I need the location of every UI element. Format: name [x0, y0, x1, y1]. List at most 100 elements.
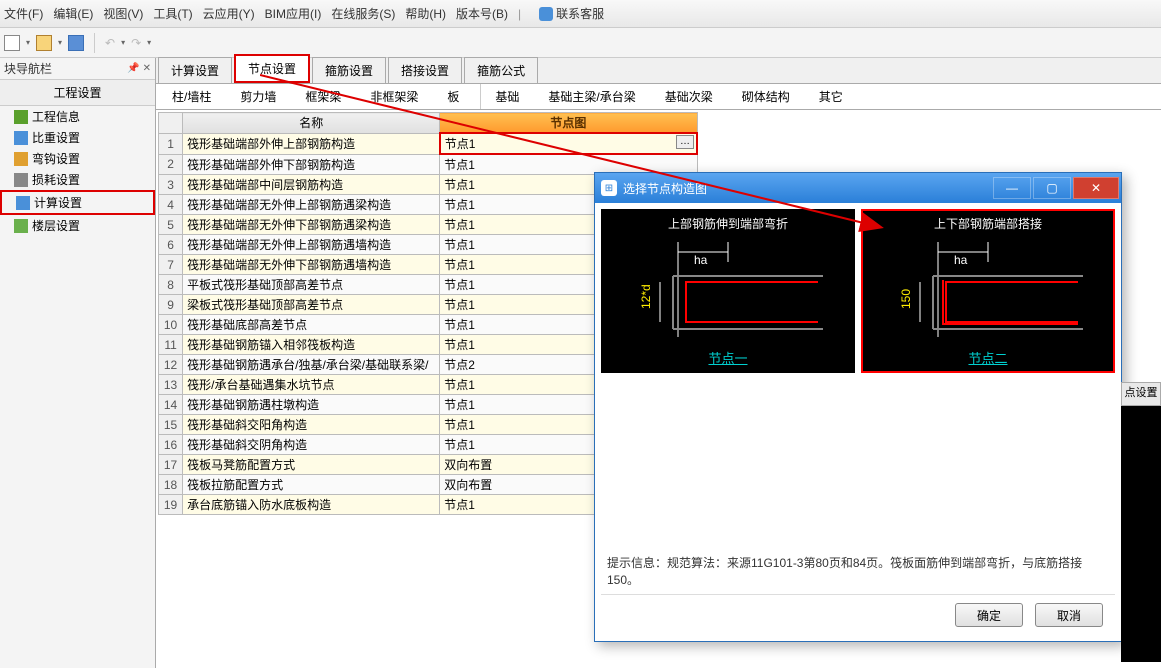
- nav-item-0[interactable]: 工程信息: [0, 106, 155, 127]
- menu-edit[interactable]: 编辑(E): [53, 5, 93, 22]
- row-name[interactable]: 平板式筏形基础顶部高差节点: [183, 275, 440, 295]
- secondary-tab-6[interactable]: 基础主梁/承台梁: [534, 84, 650, 109]
- nav-item-2[interactable]: 弯钩设置: [0, 148, 155, 169]
- primary-tab-4[interactable]: 箍筋公式: [464, 57, 538, 83]
- row-name[interactable]: 筏形基础端部无外伸上部钢筋遇墙构造: [183, 235, 440, 255]
- primary-tab-1[interactable]: 节点设置: [234, 54, 310, 83]
- close-button[interactable]: ✕: [1073, 177, 1119, 199]
- menu-tools[interactable]: 工具(T): [153, 5, 192, 22]
- primary-tab-3[interactable]: 搭接设置: [388, 57, 462, 83]
- row-name[interactable]: 筏形基础底部高差节点: [183, 315, 440, 335]
- row-number: 2: [159, 154, 183, 175]
- row-name[interactable]: 筏板马凳筋配置方式: [183, 455, 440, 475]
- undo-dropdown[interactable]: ▾: [121, 38, 125, 47]
- undo-icon[interactable]: ↶: [105, 36, 115, 50]
- primary-tabs: 计算设置节点设置箍筋设置搭接设置箍筋公式: [156, 58, 1161, 84]
- row-name[interactable]: 筏形基础钢筋遇承台/独基/承台梁/基础联系梁/: [183, 355, 440, 375]
- menu-help[interactable]: 帮助(H): [405, 5, 446, 22]
- table-row[interactable]: 1筏形基础端部外伸上部钢筋构造节点1…: [159, 133, 698, 154]
- cancel-button[interactable]: 取消: [1035, 603, 1103, 627]
- row-name[interactable]: 筏形基础端部无外伸上部钢筋遇梁构造: [183, 195, 440, 215]
- redo-dropdown[interactable]: ▾: [147, 38, 151, 47]
- secondary-tab-5[interactable]: 基础: [480, 84, 534, 109]
- secondary-tab-4[interactable]: 板: [433, 84, 474, 109]
- row-name[interactable]: 筏形基础端部无外伸下部钢筋遇梁构造: [183, 215, 440, 235]
- primary-tab-0[interactable]: 计算设置: [158, 57, 232, 83]
- row-name[interactable]: 筏形基础钢筋遇柱墩构造: [183, 395, 440, 415]
- nav-icon: [14, 110, 28, 124]
- menu-view[interactable]: 视图(V): [103, 5, 143, 22]
- open-dropdown[interactable]: ▾: [58, 38, 62, 47]
- dialog-icon: ⊞: [601, 180, 617, 196]
- row-number: 19: [159, 495, 183, 515]
- menu-bim[interactable]: BIM应用(I): [265, 5, 322, 22]
- row-name[interactable]: 筏形基础端部中间层钢筋构造: [183, 175, 440, 195]
- row-name[interactable]: 筏形基础钢筋锚入相邻筏板构造: [183, 335, 440, 355]
- menu-version[interactable]: 版本号(B): [456, 5, 508, 22]
- row-name[interactable]: 筏形基础斜交阳角构造: [183, 415, 440, 435]
- row-name[interactable]: 筏形基础端部外伸上部钢筋构造: [183, 133, 440, 154]
- row-number: 6: [159, 235, 183, 255]
- secondary-tab-7[interactable]: 基础次梁: [651, 84, 728, 109]
- row-number: 12: [159, 355, 183, 375]
- nav-icon: [14, 219, 28, 233]
- row-name[interactable]: 筏形基础斜交阴角构造: [183, 435, 440, 455]
- nav-header-title: 块导航栏: [4, 60, 52, 77]
- row-number: 5: [159, 215, 183, 235]
- new-icon[interactable]: [4, 35, 20, 51]
- nav-item-3[interactable]: 损耗设置: [0, 169, 155, 190]
- secondary-tab-1[interactable]: 剪力墙: [226, 84, 291, 109]
- row-name[interactable]: 梁板式筏形基础顶部高差节点: [183, 295, 440, 315]
- open-icon[interactable]: [36, 35, 52, 51]
- row-number: 16: [159, 435, 183, 455]
- row-name[interactable]: 筏板拉筋配置方式: [183, 475, 440, 495]
- ellipsis-button[interactable]: …: [676, 135, 694, 149]
- nav-item-label: 计算设置: [34, 194, 82, 211]
- menu-online[interactable]: 在线服务(S): [331, 5, 395, 22]
- dialog-title: 选择节点构造图: [623, 180, 993, 197]
- row-number: 10: [159, 315, 183, 335]
- secondary-tab-3[interactable]: 非框架梁: [356, 84, 433, 109]
- dialog-titlebar[interactable]: ⊞ 选择节点构造图 — ▢ ✕: [595, 173, 1121, 203]
- row-name[interactable]: 筏形基础端部无外伸下部钢筋遇墙构造: [183, 255, 440, 275]
- nav-panel: 块导航栏 📌 ✕ 工程设置 工程信息比重设置弯钩设置损耗设置计算设置楼层设置: [0, 58, 156, 668]
- svg-text:ha: ha: [954, 253, 968, 267]
- row-name[interactable]: 承台底筋锚入防水底板构造: [183, 495, 440, 515]
- redo-icon[interactable]: ↷: [131, 36, 141, 50]
- nav-item-4[interactable]: 计算设置: [0, 190, 155, 215]
- primary-tab-2[interactable]: 箍筋设置: [312, 57, 386, 83]
- row-number: 9: [159, 295, 183, 315]
- nav-item-label: 损耗设置: [32, 171, 80, 188]
- nav-item-1[interactable]: 比重设置: [0, 127, 155, 148]
- nav-item-5[interactable]: 楼层设置: [0, 215, 155, 236]
- col-diagram[interactable]: 节点图: [440, 113, 697, 134]
- secondary-tab-2[interactable]: 框架梁: [291, 84, 356, 109]
- secondary-tab-0[interactable]: 柱/墙柱: [158, 84, 226, 109]
- diagram-canvas: ha12*d: [607, 234, 849, 344]
- toolbar: ▾ ▾ ↶ ▾ ↷ ▾: [0, 28, 1161, 58]
- menu-cloud[interactable]: 云应用(Y): [203, 5, 255, 22]
- ok-button[interactable]: 确定: [955, 603, 1023, 627]
- diagram-option-0[interactable]: 上部钢筋伸到端部弯折ha12*d节点一: [601, 209, 855, 373]
- col-name[interactable]: 名称: [183, 113, 440, 134]
- row-value[interactable]: 节点1…: [440, 133, 697, 154]
- contact-support[interactable]: 联系客服: [539, 5, 604, 22]
- pin-icon[interactable]: 📌 ✕: [127, 63, 151, 74]
- save-icon[interactable]: [68, 35, 84, 51]
- row-number: 17: [159, 455, 183, 475]
- row-name[interactable]: 筏形/承台基础遇集水坑节点: [183, 375, 440, 395]
- contact-icon: [539, 7, 553, 21]
- menu-file[interactable]: 文件(F): [4, 5, 43, 22]
- nav-list: 工程信息比重设置弯钩设置损耗设置计算设置楼层设置: [0, 106, 155, 236]
- right-strip-tab[interactable]: 点设置: [1121, 382, 1161, 406]
- secondary-tab-8[interactable]: 砌体结构: [728, 84, 805, 109]
- minimize-button[interactable]: —: [993, 177, 1031, 199]
- right-strip: 点设置: [1121, 382, 1161, 662]
- svg-text:ha: ha: [694, 253, 708, 267]
- new-dropdown[interactable]: ▾: [26, 38, 30, 47]
- maximize-button[interactable]: ▢: [1033, 177, 1071, 199]
- row-name[interactable]: 筏形基础端部外伸下部钢筋构造: [183, 154, 440, 175]
- diagram-option-1[interactable]: 上下部钢筋端部搭接ha150节点二: [861, 209, 1115, 373]
- col-rownum[interactable]: [159, 113, 183, 134]
- secondary-tab-9[interactable]: 其它: [805, 84, 858, 109]
